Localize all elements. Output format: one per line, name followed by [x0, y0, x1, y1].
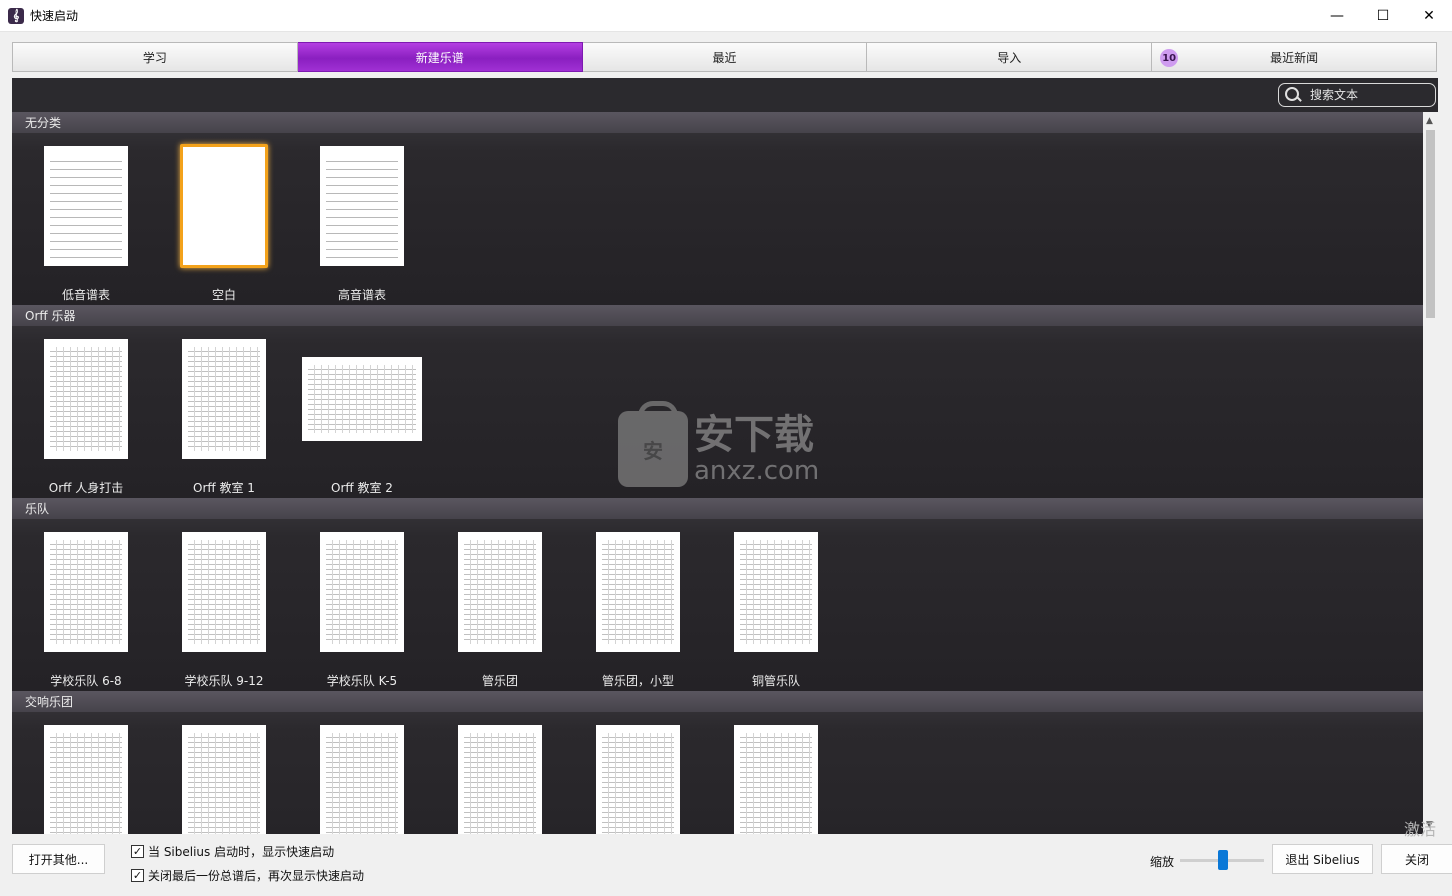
search-box[interactable] [1278, 83, 1436, 107]
template-thumbnail [734, 532, 818, 652]
tab-label: 导入 [997, 50, 1022, 65]
template-brass-band[interactable]: 铜管乐队 [707, 519, 845, 689]
template-school-band-6-8[interactable]: 学校乐队 6-8 [17, 519, 155, 689]
template-wind-band[interactable]: 管乐团 [431, 519, 569, 689]
search-icon [1282, 84, 1306, 106]
template-orchestra-5[interactable] [569, 712, 707, 834]
template-thumbnail [44, 339, 128, 459]
checkbox-checked-icon[interactable]: ✓ [131, 869, 144, 882]
news-count-badge: 10 [1160, 49, 1179, 67]
tab-new-score[interactable]: 新建乐谱 [297, 42, 583, 72]
checkbox-checked-icon[interactable]: ✓ [131, 845, 144, 858]
section-header: 交响乐团 [12, 691, 1423, 712]
template-thumbnail [320, 146, 404, 266]
show-after-close-option[interactable]: ✓ 关闭最后一份总谱后，再次显示快速启动 [131, 867, 364, 884]
tab-label: 新建乐谱 [415, 50, 464, 65]
watermark-en: anxz.com [694, 456, 820, 486]
close-button[interactable]: 关闭 [1381, 844, 1452, 874]
template-label: 管乐团 [481, 674, 518, 688]
tab-import[interactable]: 导入 [867, 42, 1153, 72]
template-thumbnail [182, 725, 266, 834]
section-header: 无分类 [12, 112, 1423, 133]
scrollbar-thumb[interactable] [1426, 130, 1435, 318]
template-orff-body-percussion[interactable]: Orff 人身打击 [17, 326, 155, 496]
bottom-bar: 打开其他... ✓ 当 Sibelius 启动时，显示快速启动 ✓ 关闭最后一份… [0, 820, 1452, 896]
tab-recent[interactable]: 最近 [582, 42, 868, 72]
minimize-button[interactable]: — [1314, 0, 1360, 32]
anxz-watermark: 安 安下载 anxz.com [618, 401, 848, 494]
window-title: 快速启动 [30, 9, 79, 23]
template-label: 学校乐队 6-8 [50, 674, 122, 688]
checkbox-label: 当 Sibelius 启动时，显示快速启动 [148, 845, 335, 859]
template-label: 空白 [211, 288, 236, 302]
template-school-band-k-5[interactable]: 学校乐队 K-5 [293, 519, 431, 689]
section-band: 乐队 学校乐队 6-8 学校乐队 9-12 学校乐队 K-5 管乐团 管乐团，小… [12, 498, 1423, 691]
open-other-button[interactable]: 打开其他... [12, 844, 105, 874]
exit-sibelius-button[interactable]: 退出 Sibelius [1272, 844, 1373, 874]
tab-learn[interactable]: 学习 [12, 42, 298, 72]
template-orchestra-4[interactable] [431, 712, 569, 834]
tab-label: 最近新闻 [1270, 50, 1319, 65]
template-school-band-9-12[interactable]: 学校乐队 9-12 [155, 519, 293, 689]
activate-windows-watermark: 激活 [1404, 820, 1437, 839]
show-on-startup-option[interactable]: ✓ 当 Sibelius 启动时，显示快速启动 [131, 843, 334, 860]
template-orchestra-2[interactable] [155, 712, 293, 834]
template-thumbnail [320, 532, 404, 652]
template-label: 学校乐队 K-5 [326, 674, 398, 688]
close-window-button[interactable]: ✕ [1406, 0, 1452, 32]
checkbox-label: 关闭最后一份总谱后，再次显示快速启动 [148, 869, 365, 883]
quickstart-tabs: 学习 新建乐谱 最近 导入 10 最近新闻 [12, 42, 1437, 72]
template-bass-staff[interactable]: 低音谱表 [17, 133, 155, 303]
template-thumbnail [458, 532, 542, 652]
template-label: Orff 人身打击 [48, 481, 124, 495]
maximize-button[interactable]: ☐ [1360, 0, 1406, 32]
shopping-bag-icon: 安 [618, 401, 688, 487]
template-orchestra-1[interactable] [17, 712, 155, 834]
template-orchestra-6[interactable] [707, 712, 845, 834]
template-label: Orff 教室 2 [331, 481, 393, 495]
template-blank[interactable]: 空白 [155, 133, 293, 303]
template-label: 管乐团，小型 [601, 674, 674, 688]
template-thumbnail [596, 725, 680, 834]
template-thumbnail [182, 532, 266, 652]
tab-label: 最近 [712, 50, 737, 65]
watermark-cn: 安下载 [694, 412, 814, 458]
template-thumbnail [302, 357, 422, 441]
template-thumbnail [182, 339, 266, 459]
template-label: Orff 教室 1 [193, 481, 255, 495]
zoom-slider-handle[interactable] [1218, 850, 1228, 870]
template-thumbnail [320, 725, 404, 834]
window-controls: — ☐ ✕ [1314, 0, 1452, 32]
zoom-label: 缩放 [1150, 855, 1175, 869]
template-thumbnail [44, 725, 128, 834]
gallery-toolbar [12, 78, 1438, 112]
template-thumbnail [734, 725, 818, 834]
template-label: 铜管乐队 [751, 674, 800, 688]
template-thumbnail [44, 532, 128, 652]
template-thumbnail-selected [180, 144, 268, 268]
template-thumbnail [44, 146, 128, 266]
template-label: 低音谱表 [61, 288, 110, 302]
search-input[interactable] [1310, 88, 1430, 102]
sibelius-app-icon: 𝄞 [8, 7, 24, 24]
template-orff-classroom-2[interactable]: Orff 教室 2 [293, 326, 431, 496]
template-wind-band-small[interactable]: 管乐团，小型 [569, 519, 707, 689]
template-orchestra-3[interactable] [293, 712, 431, 834]
title-bar: 𝄞 快速启动 — ☐ ✕ [0, 0, 1452, 32]
template-label: 学校乐队 9-12 [184, 674, 264, 688]
tab-latest-news[interactable]: 10 最近新闻 [1152, 42, 1437, 72]
template-thumbnail [596, 532, 680, 652]
tab-label: 学习 [142, 50, 167, 65]
section-header: 乐队 [12, 498, 1423, 519]
section-header: Orff 乐器 [12, 305, 1423, 326]
section-orchestra: 交响乐团 [12, 691, 1423, 834]
vertical-scrollbar[interactable]: ▲ ▼ [1423, 112, 1438, 834]
section-uncategorized: 无分类 低音谱表 空白 高音谱表 [12, 112, 1423, 305]
template-thumbnail [458, 725, 542, 834]
scroll-up-icon[interactable]: ▲ [1426, 116, 1433, 126]
template-label: 高音谱表 [337, 288, 386, 302]
template-orff-classroom-1[interactable]: Orff 教室 1 [155, 326, 293, 496]
template-treble-staff[interactable]: 高音谱表 [293, 133, 431, 303]
